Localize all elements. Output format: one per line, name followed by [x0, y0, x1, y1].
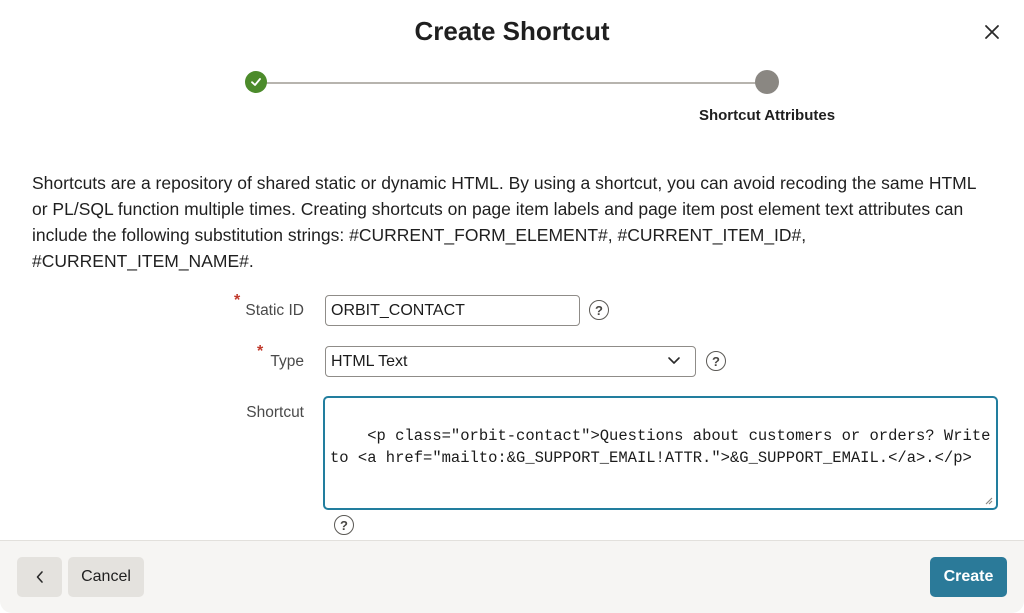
dialog-footer: Cancel Create: [0, 540, 1024, 613]
close-button[interactable]: [980, 20, 1004, 44]
create-button[interactable]: Create: [930, 557, 1007, 597]
chevron-left-icon: [36, 571, 43, 583]
shortcut-help-icon[interactable]: ?: [334, 515, 354, 535]
dialog-description: Shortcuts are a repository of shared sta…: [32, 173, 976, 271]
cancel-button[interactable]: Cancel: [68, 557, 144, 597]
wizard-step-current: [755, 70, 779, 94]
type-label: Type: [270, 353, 304, 370]
shortcut-code: <p class="orbit-contact">Questions about…: [330, 427, 991, 467]
static-id-help-icon[interactable]: ?: [589, 300, 609, 320]
type-select[interactable]: HTML Text: [325, 346, 696, 377]
shortcut-label: Shortcut: [246, 404, 304, 421]
type-select-value: HTML Text: [331, 352, 408, 370]
shortcut-textarea[interactable]: <p class="orbit-contact">Questions about…: [323, 396, 998, 510]
chevron-down-icon: [668, 357, 680, 364]
static-id-input[interactable]: [325, 295, 580, 326]
close-icon: [985, 25, 999, 39]
wizard-progress-track: [256, 82, 768, 84]
wizard-step-completed: [245, 71, 267, 93]
dialog-title: Create Shortcut: [414, 16, 610, 46]
type-help-icon[interactable]: ?: [706, 351, 726, 371]
create-shortcut-dialog: Create Shortcut Shortcut Attributes Shor…: [0, 0, 1024, 613]
static-id-label: Static ID: [245, 302, 304, 319]
wizard-step-label: Shortcut Attributes: [698, 107, 836, 124]
back-button[interactable]: [17, 557, 62, 597]
check-icon: [251, 78, 261, 86]
resize-handle-icon[interactable]: [983, 495, 993, 505]
